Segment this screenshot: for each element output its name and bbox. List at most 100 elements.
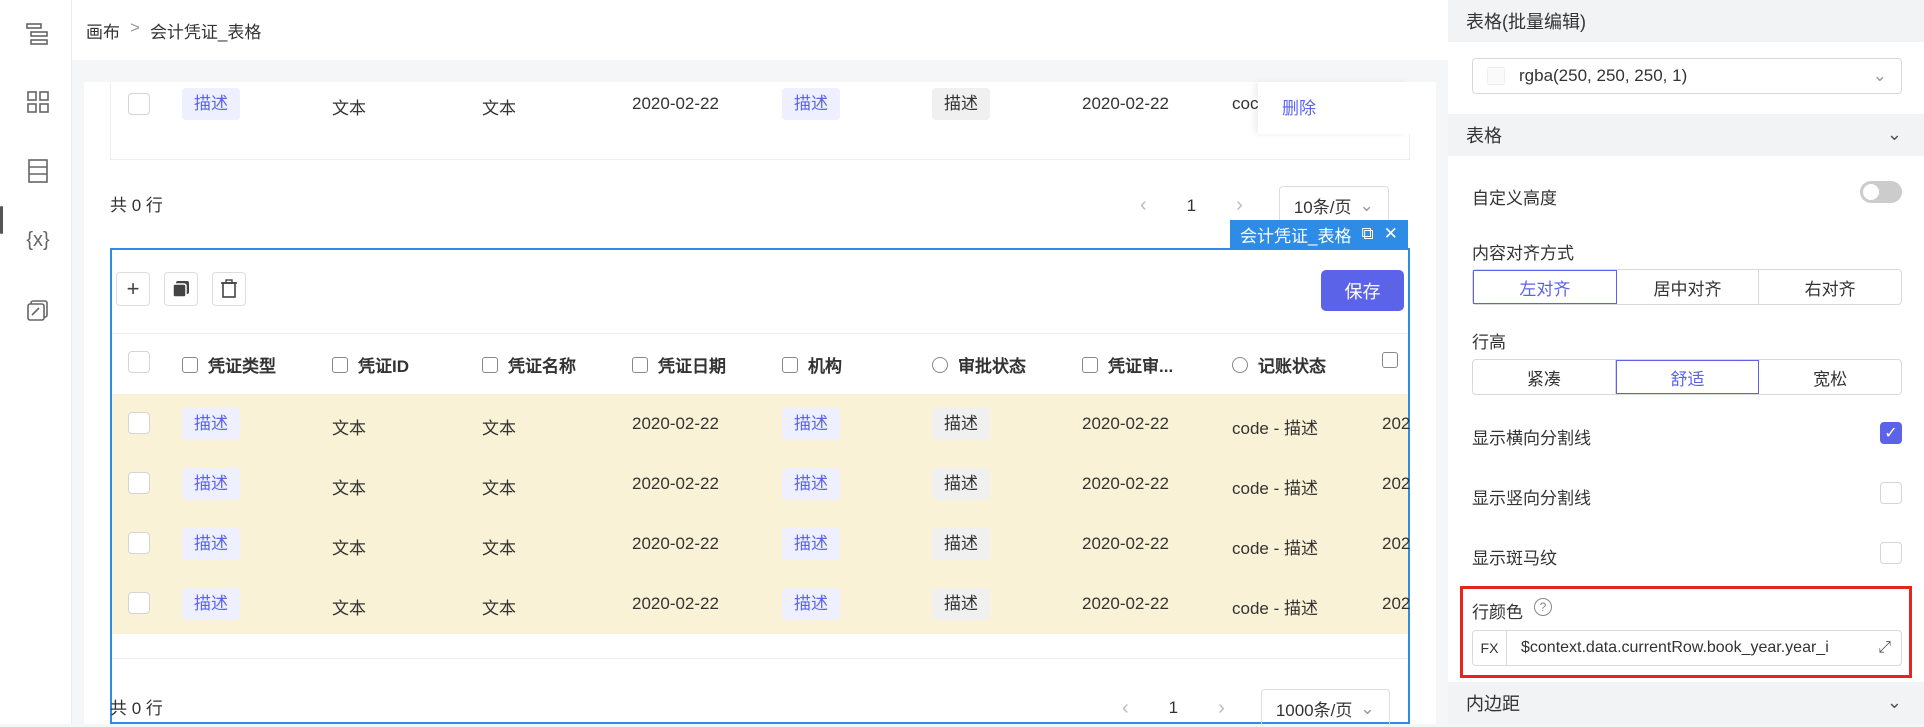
tag-cell: 描述	[182, 408, 240, 440]
date-cell: 202	[1382, 534, 1411, 553]
prev-page-icon[interactable]: ‹	[1140, 194, 1147, 217]
text-field-icon	[482, 356, 498, 373]
header-cell[interactable]: 凭证名称	[482, 352, 576, 377]
text-cell: 文本	[332, 599, 366, 618]
tag-cell: 描述	[932, 88, 990, 120]
align-center-option[interactable]: 居中对齐	[1617, 270, 1760, 304]
text-cell: 文本	[332, 99, 366, 118]
tag-cell: 描述	[782, 528, 840, 560]
show-v-divider-checkbox[interactable]	[1880, 482, 1902, 504]
text-cell: 文本	[332, 539, 366, 558]
next-page-icon[interactable]: ›	[1218, 697, 1225, 720]
total-rows: 共 0 行	[110, 196, 163, 215]
close-icon[interactable]: ✕	[1384, 224, 1398, 244]
text-field-icon	[332, 356, 348, 373]
page-number[interactable]: 1	[1169, 698, 1178, 718]
header-cell[interactable]: 凭证日期	[632, 352, 726, 377]
header-cell[interactable]: 审批状态	[932, 352, 1026, 377]
next-page-icon[interactable]: ›	[1236, 194, 1243, 217]
section-title: 内边距	[1466, 694, 1520, 714]
color-swatch	[1487, 67, 1505, 85]
delete-link[interactable]: 删除	[1282, 94, 1316, 119]
chevron-down-icon: ⌄	[1886, 124, 1902, 144]
header-label: 记账状态	[1258, 357, 1326, 376]
section-table[interactable]: 表格 ⌄	[1448, 114, 1924, 156]
row-checkbox[interactable]	[128, 412, 150, 434]
breadcrumb: 画布 > 会计凭证_表格	[86, 18, 261, 43]
total-rows: 共 0 行	[110, 699, 163, 718]
select-all-checkbox[interactable]	[128, 351, 150, 373]
variable-icon[interactable]: {x}	[21, 226, 55, 254]
selected-table-frame	[110, 248, 1410, 724]
top-table-body	[110, 82, 1410, 160]
edit-icon[interactable]	[24, 296, 52, 324]
date-cell: 2020-02-22	[1082, 534, 1169, 553]
tag-cell: 描述	[182, 468, 240, 500]
date-cell: 2020-02-22	[1082, 94, 1169, 113]
row-height-compact-option[interactable]: 紧凑	[1473, 360, 1616, 394]
header-cell[interactable]: 凭证类型	[182, 352, 276, 377]
text-cell: 文本	[332, 479, 366, 498]
align-left-option[interactable]: 左对齐	[1473, 270, 1617, 304]
copy-row-button[interactable]	[164, 272, 198, 306]
text-cell: code - 描述	[1232, 419, 1318, 438]
date-field-icon	[1082, 356, 1098, 373]
tag-cell: 描述	[782, 88, 840, 120]
text-cell: coc	[1232, 94, 1259, 113]
add-row-button[interactable]: +	[116, 272, 150, 306]
chevron-down-icon: ⌄	[1360, 698, 1375, 718]
section-padding[interactable]: 内边距 ⌄	[1448, 682, 1924, 724]
copy-icon[interactable]: ⧉	[1361, 224, 1373, 244]
date-cell: 202	[1382, 414, 1411, 433]
page-number[interactable]: 1	[1187, 196, 1196, 216]
header-cell[interactable]: 记账状态	[1232, 352, 1326, 377]
header-cell[interactable]: 机构	[782, 352, 842, 377]
date-cell: 2020-02-22	[632, 94, 719, 113]
trash-icon	[221, 279, 237, 298]
section-title: 表格(批量编辑)	[1466, 12, 1586, 32]
date-cell: 202	[1382, 594, 1411, 613]
prev-page-icon[interactable]: ‹	[1122, 697, 1129, 720]
status-field-icon	[1232, 356, 1248, 373]
show-h-divider-checkbox[interactable]: ✓	[1880, 422, 1902, 444]
row-height-comfortable-option[interactable]: 舒适	[1615, 360, 1760, 394]
text-cell: 文本	[482, 479, 516, 498]
header-cell[interactable]: 凭证审...	[1082, 352, 1173, 377]
date-cell: 202	[1382, 474, 1411, 493]
tag-cell: 描述	[182, 528, 240, 560]
text-cell: code - 描述	[1232, 479, 1318, 498]
align-right-option[interactable]: 右对齐	[1759, 270, 1901, 304]
tag-cell: 描述	[932, 588, 990, 620]
section-title: 表格	[1466, 126, 1502, 146]
breadcrumb-root[interactable]: 画布	[86, 18, 120, 43]
color-value: rgba(250, 250, 250, 1)	[1519, 66, 1688, 85]
date-cell: 2020-02-22	[632, 474, 719, 493]
header-cell[interactable]	[1382, 352, 1398, 368]
chevron-down-icon: ⌄	[1886, 692, 1902, 712]
align-label: 内容对齐方式	[1472, 244, 1574, 263]
text-cell: 文本	[332, 419, 366, 438]
row-checkbox[interactable]	[128, 532, 150, 554]
page-size-select[interactable]: 1000条/页 ⌄	[1260, 689, 1390, 727]
header-cell[interactable]: 凭证ID	[332, 352, 409, 377]
plus-icon: +	[126, 276, 140, 301]
top-bar: 画布 > 会计凭证_表格	[72, 0, 1448, 60]
section-batch-edit: 表格(批量编辑)	[1448, 0, 1924, 42]
tag-cell: 描述	[932, 408, 990, 440]
save-button[interactable]: 保存	[1321, 270, 1404, 311]
grid-icon[interactable]	[24, 88, 52, 116]
background-color-select[interactable]: rgba(250, 250, 250, 1) ⌄	[1472, 58, 1902, 94]
delete-row-button[interactable]	[212, 272, 246, 306]
show-zebra-checkbox[interactable]	[1880, 542, 1902, 564]
form-icon[interactable]	[24, 157, 52, 185]
custom-height-toggle[interactable]	[1860, 181, 1902, 203]
row-checkbox[interactable]	[128, 472, 150, 494]
row-checkbox[interactable]	[128, 592, 150, 614]
date-cell: 2020-02-22	[632, 414, 719, 433]
row-checkbox[interactable]	[128, 93, 150, 115]
header-label: 机构	[808, 357, 842, 376]
duplicate-icon	[172, 281, 189, 298]
row-height-loose-option[interactable]: 宽松	[1759, 360, 1901, 394]
layers-icon[interactable]	[24, 20, 52, 48]
date-cell: 2020-02-22	[632, 534, 719, 553]
